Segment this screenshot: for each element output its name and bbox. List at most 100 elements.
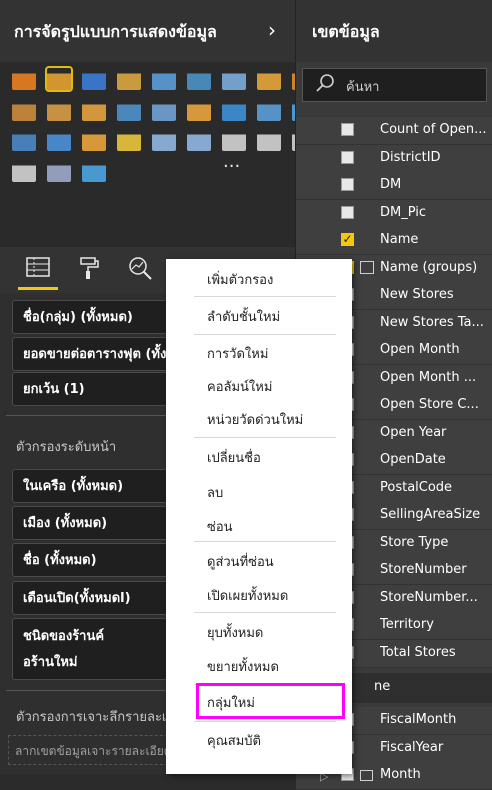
field-label: SellingAreaSize xyxy=(380,507,481,522)
gauge-icon[interactable] xyxy=(117,129,141,151)
page-filter-card[interactable]: เดือนเปิด(ทั้งหมดl) xyxy=(12,581,190,615)
field-label: OpenDate xyxy=(380,452,446,467)
context-menu-item[interactable]: หน่วยวัดด่วนใหม่ xyxy=(207,409,303,430)
field-checkbox[interactable] xyxy=(341,178,354,191)
multi-row-card-icon[interactable] xyxy=(187,129,211,151)
highlight-annotation xyxy=(196,683,345,719)
field-row[interactable]: DM xyxy=(296,172,492,200)
hierarchy-icon xyxy=(360,770,373,781)
line-chart-icon[interactable] xyxy=(222,68,246,90)
field-checkbox[interactable] xyxy=(341,123,354,136)
stacked-bar-icon[interactable] xyxy=(12,68,36,90)
menu-separator xyxy=(194,721,336,722)
funnel-icon[interactable] xyxy=(82,129,106,151)
field-checkbox[interactable] xyxy=(341,205,354,219)
kpi-icon[interactable] xyxy=(222,129,246,151)
field-checkbox[interactable]: ✓ xyxy=(341,233,354,246)
menu-separator xyxy=(194,437,336,438)
field-checkbox[interactable] xyxy=(341,150,354,164)
ribbon-chart-icon[interactable] xyxy=(82,98,106,121)
filled-map-icon[interactable] xyxy=(12,129,36,151)
context-menu-item[interactable]: ลบ xyxy=(207,482,223,503)
menu-separator xyxy=(194,334,336,335)
field-row[interactable]: DM_Pic xyxy=(296,199,492,228)
page-filter-card[interactable]: ในเครือ (ทั้งหมด) xyxy=(12,469,190,503)
store-type-filter-card[interactable]: ชนิดของร้านค์ อร้านใหม่ xyxy=(12,618,190,680)
search-input[interactable] xyxy=(344,76,478,98)
store-type-filter-line2: อร้านใหม่ xyxy=(23,655,78,670)
context-menu-item[interactable]: เปิดเผยทั้งหมด xyxy=(207,585,288,606)
menu-separator xyxy=(194,296,336,297)
matrix-icon[interactable] xyxy=(12,159,36,182)
page-filter-card[interactable]: ชื่อ (ทั้งหมด) xyxy=(12,543,190,577)
format-paint-roller-icon[interactable] xyxy=(76,256,102,282)
drillthrough-drop-zone[interactable]: ลากเขตข้อมูลเจาะรายละเอียดที่นี่ xyxy=(8,735,183,765)
visual-filter-card[interactable]: ชื่อ(กลุ่ม) (ทั้งหมด) xyxy=(12,300,190,334)
waterfall-chart-icon[interactable] xyxy=(117,98,141,121)
field-row[interactable]: ✓ Name xyxy=(296,227,492,255)
field-label: Count of Open... xyxy=(380,122,487,137)
field-row[interactable]: DistrictID xyxy=(296,144,492,173)
field-label: Store Type xyxy=(380,534,449,550)
100-stacked-column-icon[interactable] xyxy=(187,68,211,90)
section-divider xyxy=(6,415,166,416)
context-menu-item[interactable]: ยุบทั้งหมด xyxy=(207,622,263,643)
active-tab-indicator xyxy=(18,287,58,290)
line-stacked-column-icon[interactable] xyxy=(47,98,71,121)
field-label: DM xyxy=(380,177,402,192)
field-label: DistrictID xyxy=(380,149,441,165)
r-visual-icon[interactable] xyxy=(47,159,71,182)
card-icon[interactable] xyxy=(152,129,176,151)
context-menu-item[interactable]: ดูส่วนที่ซ่อน xyxy=(207,551,274,572)
field-row[interactable]: Count of Open... xyxy=(296,117,492,145)
context-menu-item[interactable]: เพิ่มตัวกรอง xyxy=(207,269,273,290)
group-field-icon xyxy=(360,260,374,274)
treemap-icon[interactable] xyxy=(257,98,281,121)
context-menu-item[interactable]: ลำดับชั้นใหม่ xyxy=(207,306,280,327)
field-label: Month xyxy=(380,767,421,782)
field-label: Name xyxy=(380,232,419,247)
field-label: Name (groups) xyxy=(380,259,478,275)
stacked-column-icon[interactable] xyxy=(45,66,73,92)
slicer-icon[interactable] xyxy=(257,129,281,151)
collapse-chevron-icon[interactable]: › xyxy=(268,18,276,42)
area-chart-icon[interactable] xyxy=(257,68,281,90)
visual-filter-card[interactable]: ยอดขายต่อตารางฟุต (ทั้งหมด) xyxy=(12,337,190,371)
line-clustered-column-icon[interactable] xyxy=(12,98,36,121)
visual-filter-card[interactable]: ยกเว้น (1) xyxy=(12,372,190,406)
menu-separator xyxy=(194,612,336,613)
visual-gallery xyxy=(0,62,295,247)
menu-separator xyxy=(194,541,336,542)
scatter-chart-icon[interactable] xyxy=(152,98,176,121)
field-label: DM_Pic xyxy=(380,204,427,220)
analytics-magnifier-icon[interactable] xyxy=(127,256,153,282)
page-filter-card[interactable]: เมือง (ทั้งหมด) xyxy=(12,506,190,540)
context-menu-item[interactable]: เปลี่ยนชื่อ xyxy=(207,447,261,468)
100-stacked-bar-icon[interactable] xyxy=(152,68,176,90)
shape-map-icon[interactable] xyxy=(47,129,71,151)
field-label: New Stores xyxy=(380,287,454,302)
context-menu-item[interactable]: ขยายทั้งหมด xyxy=(207,656,279,677)
clustered-bar-icon[interactable] xyxy=(82,68,106,90)
field-label: FiscalMonth xyxy=(380,712,457,727)
more-visuals-icon[interactable]: ··· xyxy=(223,156,240,177)
field-label: Open Month xyxy=(380,342,460,357)
donut-chart-icon[interactable] xyxy=(222,98,246,121)
visualizations-title: การจัดรูปแบบการแสดงข้อมูล xyxy=(14,22,217,41)
field-label: StoreNumber... xyxy=(380,589,478,605)
globe-icon[interactable] xyxy=(82,159,106,182)
clustered-column-icon[interactable] xyxy=(117,68,141,90)
table-name-label: ne xyxy=(374,679,391,694)
pie-chart-icon[interactable] xyxy=(187,98,211,121)
context-menu-item[interactable]: ซ่อน xyxy=(207,516,233,537)
drillthrough-filters-label: ตัวกรองการเจาะลึกรายละเอียด xyxy=(16,710,191,725)
context-menu-item[interactable]: การวัดใหม่ xyxy=(207,343,268,364)
field-label: StoreNumber xyxy=(380,562,467,577)
field-label: Open Month ... xyxy=(380,369,477,385)
context-menu-item[interactable]: คอลัมน์ใหม่ xyxy=(207,376,272,397)
search-icon xyxy=(314,72,336,99)
fields-tab-icon[interactable] xyxy=(25,256,51,282)
field-label: PostalCode xyxy=(380,479,453,495)
context-menu-item[interactable]: คุณสมบัติ xyxy=(207,730,261,751)
fields-title: เขตข้อมูล xyxy=(312,22,380,41)
